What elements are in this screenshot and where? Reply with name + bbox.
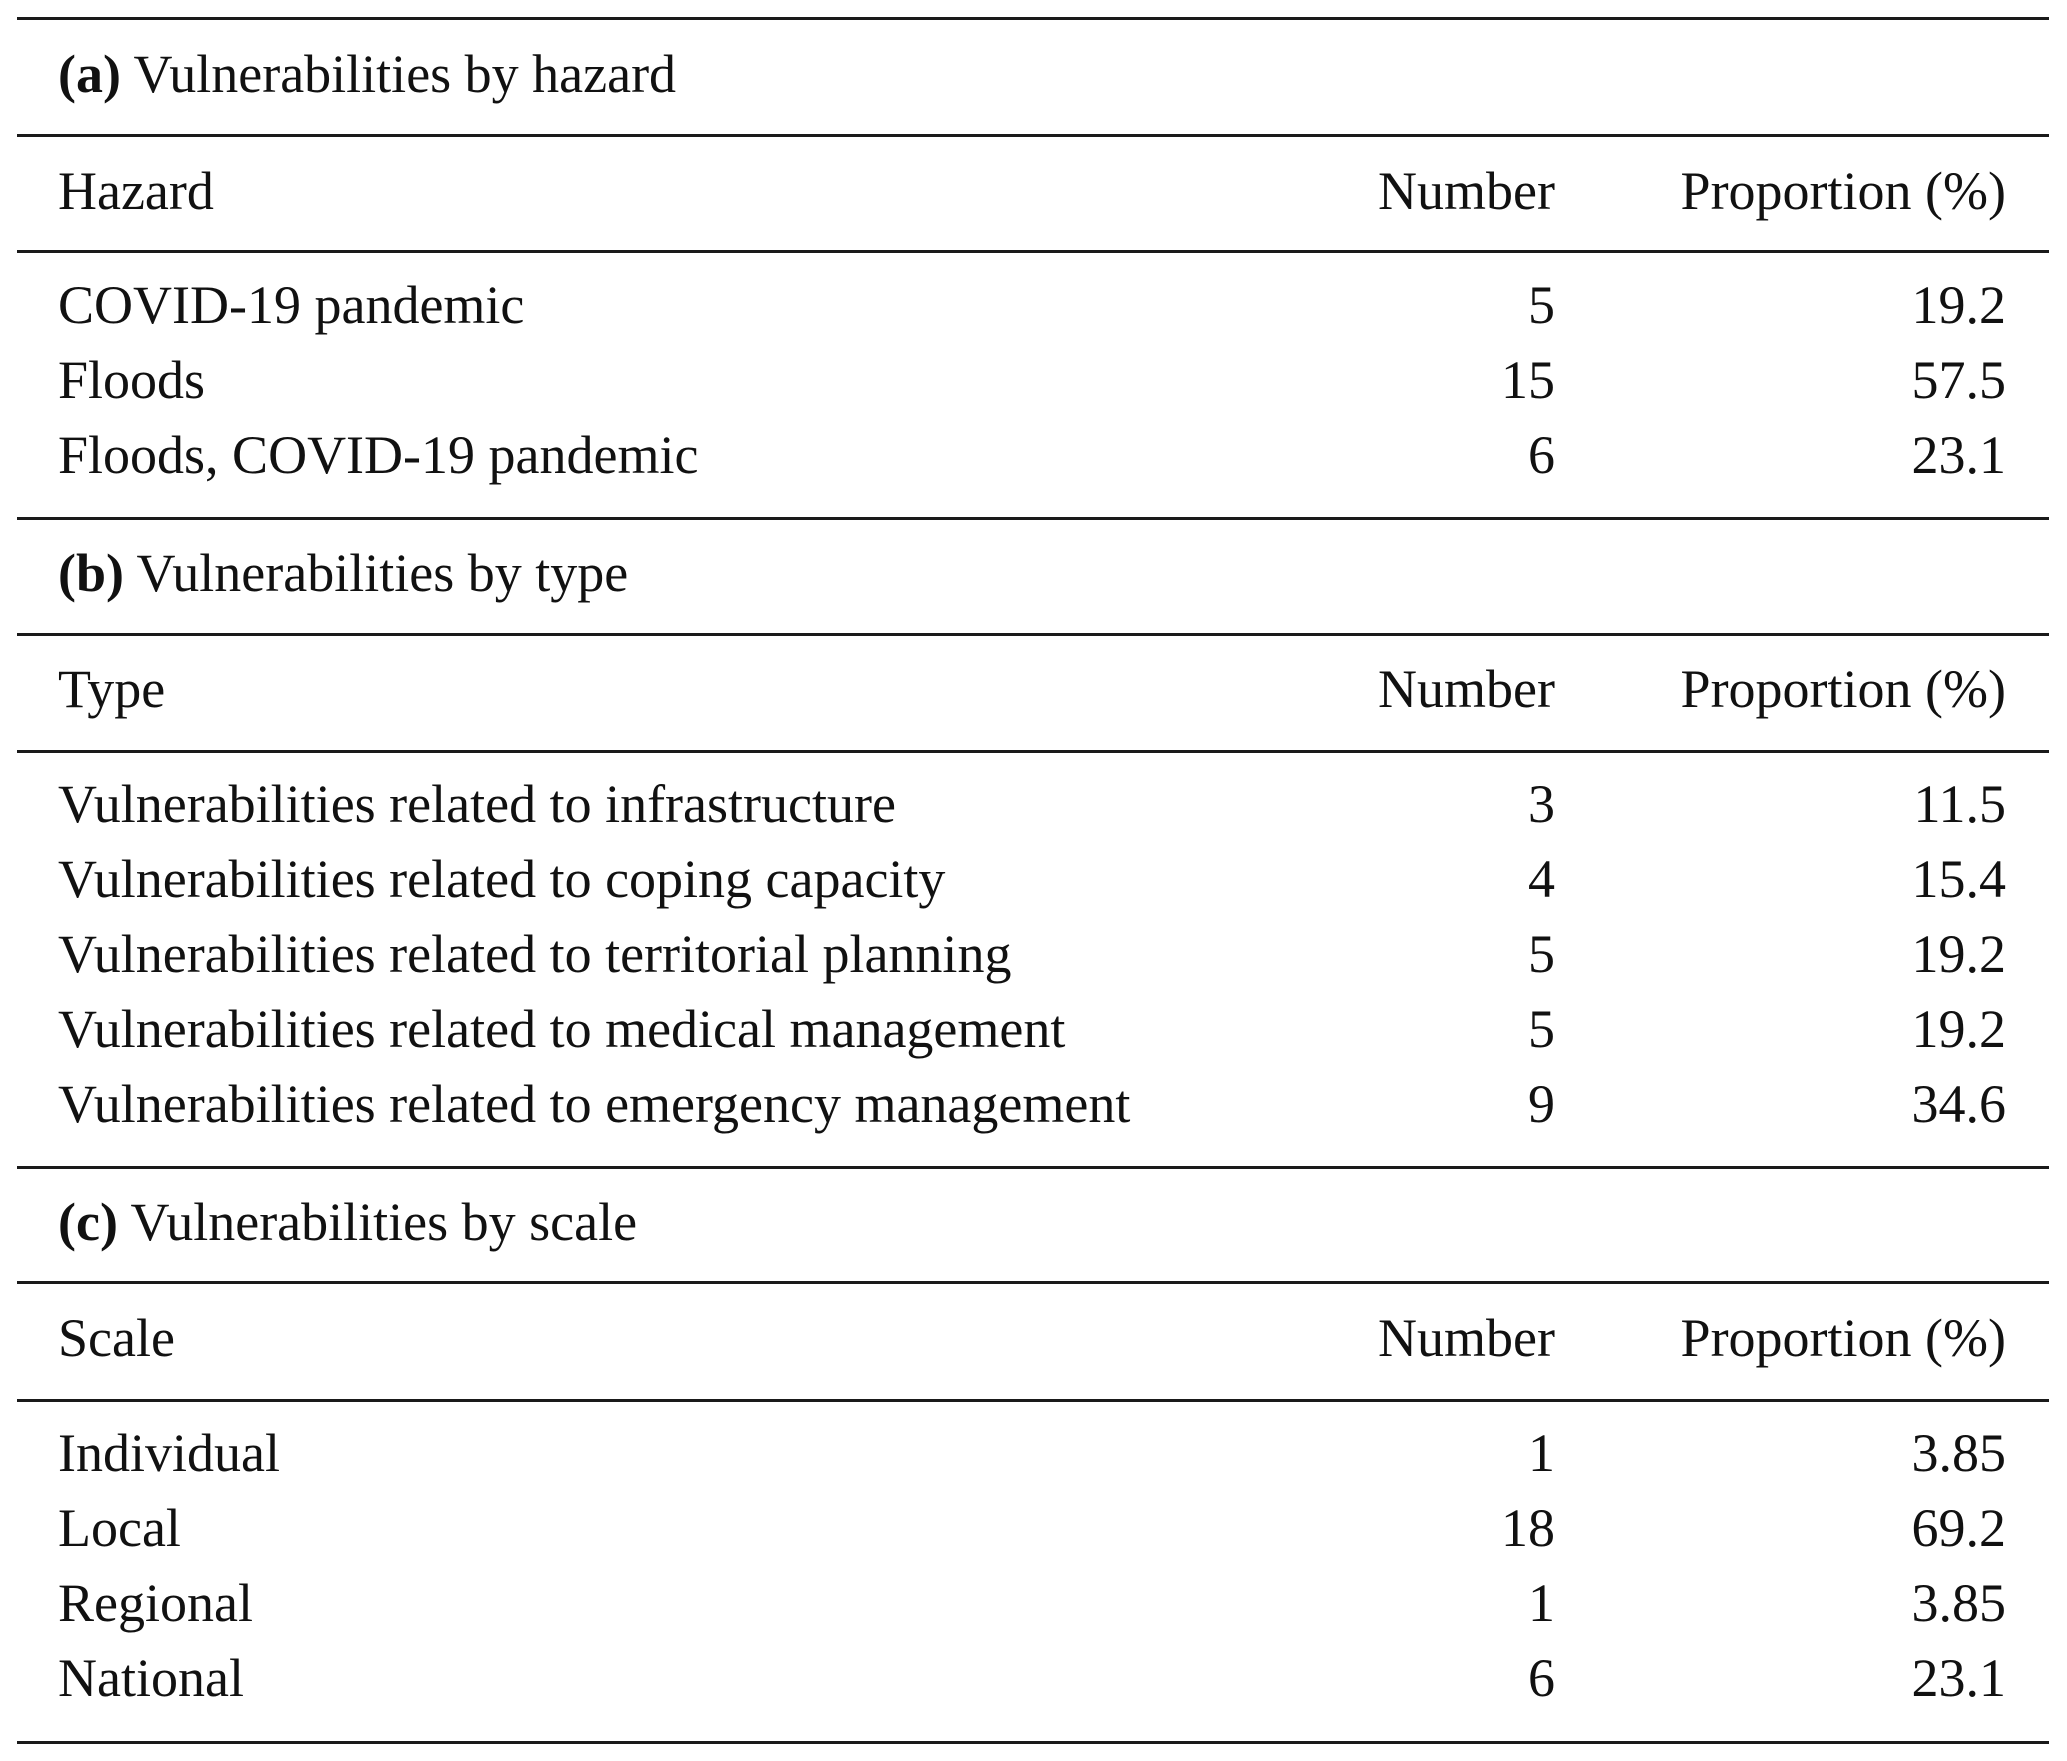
section-label: (a) <box>58 44 121 104</box>
rule-b-end <box>17 1166 2049 1169</box>
row-label: Vulnerabilities related to emergency man… <box>58 1074 1131 1134</box>
row-label: Floods, COVID-19 pandemic <box>58 425 699 485</box>
row-number: 5 <box>1528 924 1555 984</box>
section-c-title: (c) Vulnerabilities by scale <box>0 1185 2067 1260</box>
row-proportion: 34.6 <box>1911 1074 2007 1134</box>
row-proportion: 3.85 <box>1911 1573 2007 1633</box>
section-a-title: (a) Vulnerabilities by hazard <box>0 37 2067 112</box>
rule-a-header <box>17 250 2049 253</box>
row-proportion: 57.5 <box>1911 350 2007 410</box>
rule-b-header <box>17 750 2049 753</box>
column-header-number: Number <box>1378 659 1555 719</box>
row-number: 9 <box>1528 1074 1555 1134</box>
table-row: Vulnerabilities related to territorial p… <box>0 917 2067 992</box>
row-label: National <box>58 1648 244 1708</box>
row-label: Vulnerabilities related to infrastructur… <box>58 774 896 834</box>
row-label: Vulnerabilities related to coping capaci… <box>58 849 946 909</box>
table-row: National 6 23.1 <box>0 1641 2067 1716</box>
row-proportion: 69.2 <box>1911 1498 2007 1558</box>
row-proportion: 19.2 <box>1911 275 2007 335</box>
table-row: Floods 15 57.5 <box>0 343 2067 418</box>
rule-bottom <box>17 1741 2049 1744</box>
table-row: Vulnerabilities related to medical manag… <box>0 992 2067 1067</box>
table-row: Regional 1 3.85 <box>0 1566 2067 1641</box>
row-number: 1 <box>1528 1423 1555 1483</box>
table-row: Vulnerabilities related to infrastructur… <box>0 767 2067 842</box>
rule-b-title <box>17 633 2049 636</box>
table-row: Floods, COVID-19 pandemic 6 23.1 <box>0 418 2067 493</box>
rule-c-title <box>17 1281 2049 1284</box>
table-row: Vulnerabilities related to coping capaci… <box>0 842 2067 917</box>
section-c-header: Scale Number Proportion (%) <box>0 1301 2067 1376</box>
rule-a-end <box>17 517 2049 520</box>
row-label: Vulnerabilities related to medical manag… <box>58 999 1066 1059</box>
column-header-number: Number <box>1378 1308 1555 1368</box>
table-row: Local 18 69.2 <box>0 1491 2067 1566</box>
row-number: 18 <box>1501 1498 1555 1558</box>
column-header-proportion: Proportion (%) <box>1680 659 2006 719</box>
table-row: Individual 1 3.85 <box>0 1416 2067 1491</box>
row-label: Vulnerabilities related to territorial p… <box>58 924 1012 984</box>
column-header-hazard: Hazard <box>58 161 214 221</box>
table-row: COVID-19 pandemic 5 19.2 <box>0 268 2067 343</box>
row-number: 6 <box>1528 425 1555 485</box>
row-proportion: 11.5 <box>1913 774 2007 834</box>
row-proportion: 15.4 <box>1911 849 2007 909</box>
row-number: 1 <box>1528 1573 1555 1633</box>
section-title: Vulnerabilities by type <box>136 543 629 603</box>
row-proportion: 23.1 <box>1911 1648 2007 1708</box>
row-proportion: 19.2 <box>1911 999 2007 1059</box>
row-proportion: 23.1 <box>1911 425 2007 485</box>
row-label: Individual <box>58 1423 280 1483</box>
row-label: COVID-19 pandemic <box>58 275 525 335</box>
rule-top <box>17 17 2049 20</box>
row-number: 4 <box>1528 849 1555 909</box>
column-header-scale: Scale <box>58 1308 175 1368</box>
section-a-header: Hazard Number Proportion (%) <box>0 154 2067 229</box>
section-b-header: Type Number Proportion (%) <box>0 652 2067 727</box>
column-header-proportion: Proportion (%) <box>1680 1308 2006 1368</box>
row-number: 15 <box>1501 350 1555 410</box>
section-title: Vulnerabilities by hazard <box>133 44 677 104</box>
rule-a-title <box>17 134 2049 137</box>
row-number: 6 <box>1528 1648 1555 1708</box>
column-header-type: Type <box>58 659 166 719</box>
row-proportion: 3.85 <box>1911 1423 2007 1483</box>
section-label: (c) <box>58 1192 118 1252</box>
row-label: Regional <box>58 1573 253 1633</box>
row-label: Floods <box>58 350 206 410</box>
row-proportion: 19.2 <box>1911 924 2007 984</box>
row-number: 5 <box>1528 275 1555 335</box>
row-label: Local <box>58 1498 181 1558</box>
section-label: (b) <box>58 543 124 603</box>
section-title: Vulnerabilities by scale <box>130 1192 638 1252</box>
section-b-title: (b) Vulnerabilities by type <box>0 536 2067 611</box>
row-number: 3 <box>1528 774 1555 834</box>
table-row: Vulnerabilities related to emergency man… <box>0 1067 2067 1142</box>
column-header-proportion: Proportion (%) <box>1680 161 2006 221</box>
column-header-number: Number <box>1378 161 1555 221</box>
row-number: 5 <box>1528 999 1555 1059</box>
rule-c-header <box>17 1399 2049 1402</box>
